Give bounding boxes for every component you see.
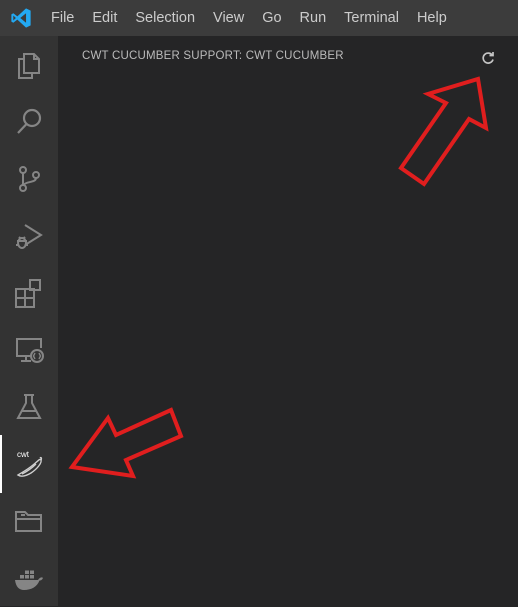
menu-edit[interactable]: Edit: [83, 0, 126, 36]
refresh-icon: [482, 52, 494, 64]
menu-help[interactable]: Help: [408, 0, 456, 36]
menu-run[interactable]: Run: [291, 0, 336, 36]
menu-file[interactable]: File: [42, 0, 83, 36]
files-icon: [18, 53, 40, 79]
flask-icon: [16, 394, 42, 419]
activity-search[interactable]: [0, 93, 58, 151]
activity-cwt-cucumber[interactable]: cwt: [0, 435, 58, 493]
activity-folder[interactable]: [0, 492, 58, 550]
sidebar-panel: CWT CUCUMBER SUPPORT: CWT CUCUMBER: [58, 36, 518, 606]
search-icon: [17, 108, 42, 134]
activity-bar: cwt: [0, 36, 58, 606]
menu-terminal[interactable]: Terminal: [335, 0, 408, 36]
source-control-icon: [19, 166, 40, 192]
menu-bar: File Edit Selection View Go Run Terminal…: [0, 0, 518, 36]
sidebar-title: CWT CUCUMBER SUPPORT: CWT CUCUMBER: [82, 50, 344, 62]
remote-explorer-icon: [16, 338, 44, 363]
activity-extensions[interactable]: [0, 264, 58, 322]
extensions-icon: [15, 279, 41, 308]
menu-selection[interactable]: Selection: [126, 0, 204, 36]
folder-icon: [15, 511, 42, 532]
run-debug-icon: [16, 224, 43, 249]
cucumber-icon-label: cwt: [17, 450, 30, 459]
activity-explorer[interactable]: [0, 36, 58, 94]
activity-remote-explorer[interactable]: [0, 321, 58, 379]
activity-testing[interactable]: [0, 378, 58, 436]
vscode-logo-icon[interactable]: [0, 0, 42, 36]
activity-source-control[interactable]: [0, 150, 58, 208]
menu-go[interactable]: Go: [253, 0, 290, 36]
activity-run-debug[interactable]: [0, 207, 58, 265]
docker-icon: [15, 570, 43, 590]
refresh-button[interactable]: [476, 46, 500, 70]
menu-view[interactable]: View: [204, 0, 253, 36]
cucumber-icon: cwt: [16, 450, 43, 477]
activity-docker[interactable]: [0, 549, 58, 607]
